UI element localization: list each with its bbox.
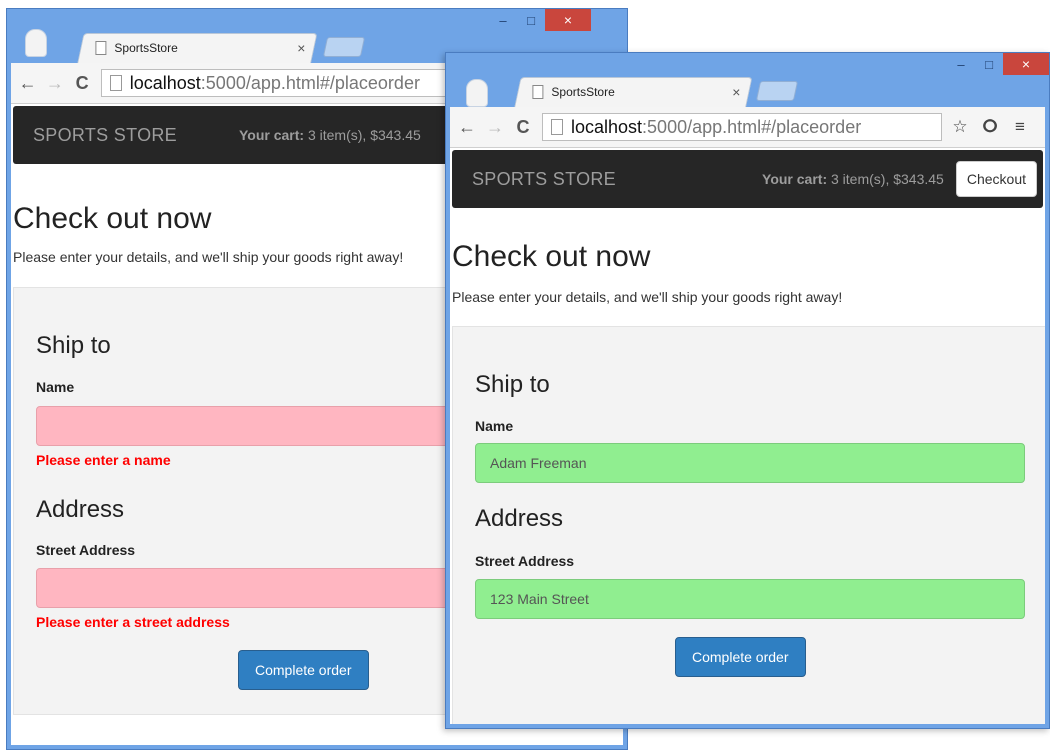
reload-icon[interactable]: C bbox=[72, 73, 93, 94]
url-path: :5000/app.html#/placeorder bbox=[642, 116, 862, 137]
minimize-button[interactable]: – bbox=[947, 53, 975, 75]
checkout-form: Ship to Name Adam Freeman Address Street… bbox=[452, 326, 1045, 724]
close-window-button[interactable]: × bbox=[1003, 53, 1049, 75]
cart-details: 3 item(s), $343.45 bbox=[831, 171, 944, 187]
cart-summary: Your cart: 3 item(s), $343.45 bbox=[762, 171, 944, 187]
browser-toolbar: ← → C localhost:5000/app.html#/placeorde… bbox=[450, 107, 1045, 148]
store-brand[interactable]: SPORTS STORE bbox=[33, 125, 177, 146]
reload-icon[interactable]: C bbox=[512, 117, 534, 138]
street-address-label: Street Address bbox=[475, 553, 575, 569]
cart-label: Your cart: bbox=[238, 127, 305, 143]
new-tab-button[interactable] bbox=[322, 37, 366, 57]
window-controls: – □ × bbox=[947, 53, 1049, 75]
window-controls: – □ × bbox=[489, 9, 591, 31]
store-brand[interactable]: SPORTS STORE bbox=[472, 169, 616, 190]
page-icon bbox=[95, 41, 107, 55]
back-icon[interactable]: ← bbox=[456, 117, 478, 138]
address-heading: Address bbox=[475, 505, 564, 532]
page-icon bbox=[532, 85, 544, 99]
browser-tab[interactable]: SportsStore × bbox=[77, 33, 318, 64]
browser-window-valid: SportsStore × – □ × ← → C localhost:5000… bbox=[445, 52, 1050, 729]
ship-to-heading: Ship to bbox=[475, 371, 550, 398]
bookmark-star-icon[interactable]: ☆ bbox=[948, 117, 972, 137]
street-address-input[interactable]: 123 Main Street bbox=[475, 579, 1025, 619]
name-input[interactable]: Adam Freeman bbox=[475, 443, 1025, 483]
title-bar: SportsStore × – □ × bbox=[446, 53, 1049, 108]
maximize-button[interactable]: □ bbox=[517, 9, 545, 31]
page-content: SPORTS STORE Your cart: 3 item(s), $343.… bbox=[450, 148, 1045, 724]
name-error: Please enter a name bbox=[36, 452, 171, 468]
page-lead: Please enter your details, and we'll shi… bbox=[452, 289, 843, 305]
cart-summary: Your cart: 3 item(s), $343.45 bbox=[239, 127, 421, 143]
page-title: Check out now bbox=[13, 202, 212, 235]
cart-label: Your cart: bbox=[762, 171, 828, 187]
checkout-button[interactable]: Checkout bbox=[955, 161, 1037, 197]
page-title: Check out now bbox=[452, 240, 651, 273]
page-lead: Please enter your details, and we'll shi… bbox=[13, 249, 404, 265]
minimize-button[interactable]: – bbox=[489, 9, 517, 31]
maximize-button[interactable]: □ bbox=[975, 53, 1003, 75]
menu-icon[interactable]: ≡ bbox=[1008, 117, 1032, 137]
address-heading: Address bbox=[36, 496, 125, 523]
complete-order-button[interactable]: Complete order bbox=[675, 637, 806, 677]
street-address-label: Street Address bbox=[36, 542, 136, 558]
page-info-icon[interactable] bbox=[551, 119, 563, 135]
street-address-error: Please enter a street address bbox=[36, 614, 230, 630]
tab-close-icon[interactable]: × bbox=[297, 40, 305, 56]
page-info-icon[interactable] bbox=[109, 75, 122, 91]
name-label: Name bbox=[475, 418, 514, 434]
cart-details: 3 item(s), $343.45 bbox=[307, 127, 421, 143]
name-label: Name bbox=[36, 379, 75, 395]
new-tab-button[interactable] bbox=[755, 81, 799, 101]
tab-title: SportsStore bbox=[114, 41, 178, 55]
title-bar: SportsStore × – □ × bbox=[7, 9, 627, 64]
address-bar[interactable]: localhost:5000/app.html#/placeorder bbox=[542, 113, 942, 141]
back-icon[interactable]: ← bbox=[17, 73, 38, 94]
close-window-button[interactable]: × bbox=[545, 9, 591, 31]
forward-icon[interactable]: → bbox=[484, 117, 506, 138]
complete-order-button[interactable]: Complete order bbox=[238, 650, 369, 690]
user-profile-icon[interactable] bbox=[466, 79, 488, 107]
ship-to-heading: Ship to bbox=[36, 332, 111, 359]
store-navbar: SPORTS STORE Your cart: 3 item(s), $343.… bbox=[452, 150, 1043, 208]
extension-icon[interactable]: ⵔ bbox=[978, 117, 1002, 137]
url-path: :5000/app.html#/placeorder bbox=[200, 72, 420, 93]
forward-icon[interactable]: → bbox=[44, 73, 65, 94]
browser-tab[interactable]: SportsStore × bbox=[514, 77, 753, 108]
tab-title: SportsStore bbox=[551, 85, 615, 99]
user-profile-icon[interactable] bbox=[25, 29, 47, 57]
url-host: localhost bbox=[571, 116, 643, 137]
tab-close-icon[interactable]: × bbox=[732, 84, 740, 100]
url-host: localhost bbox=[129, 72, 201, 93]
